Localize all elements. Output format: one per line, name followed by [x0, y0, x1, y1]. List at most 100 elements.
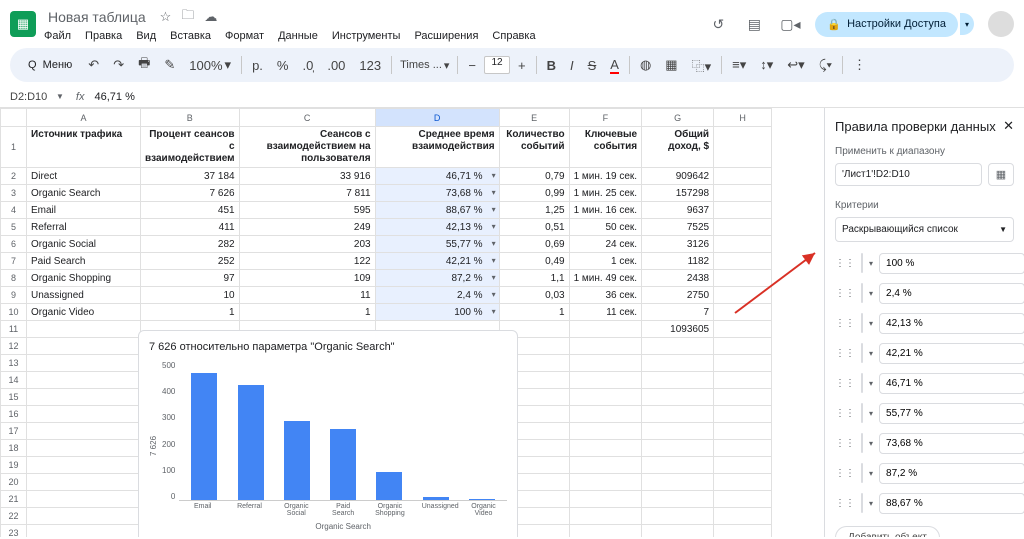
cell[interactable]: 0,99 — [499, 185, 569, 202]
row-header[interactable]: 19 — [1, 457, 27, 474]
zoom-select[interactable]: 100% ▾ — [183, 53, 237, 77]
cell[interactable] — [714, 423, 772, 440]
cell[interactable]: 1 — [499, 304, 569, 321]
cell[interactable] — [714, 168, 772, 185]
criteria-value-input[interactable] — [879, 373, 1024, 394]
cell[interactable] — [569, 474, 642, 491]
row-header[interactable]: 12 — [1, 338, 27, 355]
cell[interactable] — [569, 525, 642, 538]
cell[interactable] — [27, 338, 141, 355]
dropdown-cell[interactable]: 42,21 % — [375, 253, 499, 270]
cell[interactable]: 7 — [642, 304, 714, 321]
color-chip[interactable] — [861, 283, 863, 303]
cell[interactable]: 1182 — [642, 253, 714, 270]
comment-icon[interactable]: ▤ — [743, 13, 765, 35]
menu-инструменты[interactable]: Инструменты — [332, 30, 401, 42]
cell[interactable]: Organic Shopping — [27, 270, 141, 287]
dropdown-cell[interactable]: 73,68 % — [375, 185, 499, 202]
cell[interactable]: 24 сек. — [569, 236, 642, 253]
header-cell[interactable]: Процент сеансов с взаимодействием — [141, 127, 240, 168]
font-select[interactable]: Times ... ▾ — [396, 57, 453, 74]
dropdown-cell[interactable]: 88,67 % — [375, 202, 499, 219]
drag-handle-icon[interactable]: ⋮⋮ — [835, 378, 855, 389]
cell[interactable]: 909642 — [642, 168, 714, 185]
chip-dropdown[interactable]: ▾ — [869, 259, 873, 268]
percent-button[interactable]: % — [271, 54, 295, 77]
color-chip[interactable] — [861, 373, 863, 393]
row-header[interactable]: 5 — [1, 219, 27, 236]
cell[interactable]: 0,51 — [499, 219, 569, 236]
cell[interactable] — [642, 389, 714, 406]
cell[interactable]: 11 — [239, 287, 375, 304]
cell[interactable] — [569, 338, 642, 355]
header-cell[interactable]: Ключевые события — [569, 127, 642, 168]
criteria-value-input[interactable] — [879, 343, 1024, 364]
undo-icon[interactable]: ↶ — [82, 53, 105, 77]
cell[interactable] — [569, 440, 642, 457]
cell[interactable]: 252 — [141, 253, 240, 270]
cell[interactable] — [714, 491, 772, 508]
cell[interactable] — [27, 491, 141, 508]
cell[interactable]: Paid Search — [27, 253, 141, 270]
toolbar-more-icon[interactable]: ⋮ — [847, 53, 872, 77]
col-header[interactable]: A — [27, 109, 141, 127]
cell[interactable]: Organic Video — [27, 304, 141, 321]
cell[interactable]: 11 сек. — [569, 304, 642, 321]
cell[interactable]: 1,25 — [499, 202, 569, 219]
col-header[interactable]: G — [642, 109, 714, 127]
menu-формат[interactable]: Формат — [225, 30, 264, 42]
currency-button[interactable]: р. — [246, 54, 269, 77]
cell[interactable]: 1,1 — [499, 270, 569, 287]
menu-данные[interactable]: Данные — [278, 30, 318, 42]
menu-файл[interactable]: Файл — [44, 30, 71, 42]
dropdown-cell[interactable]: 2,4 % — [375, 287, 499, 304]
print-icon[interactable]: 🖶 — [132, 50, 156, 80]
drag-handle-icon[interactable]: ⋮⋮ — [835, 348, 855, 359]
criteria-value-input[interactable] — [879, 253, 1024, 274]
cell[interactable] — [714, 270, 772, 287]
col-header[interactable]: D — [375, 109, 499, 127]
col-header[interactable]: E — [499, 109, 569, 127]
col-header[interactable]: F — [569, 109, 642, 127]
row-header[interactable]: 21 — [1, 491, 27, 508]
cell[interactable]: 7 811 — [239, 185, 375, 202]
row-header[interactable]: 1 — [1, 127, 27, 168]
row-header[interactable]: 7 — [1, 253, 27, 270]
star-icon[interactable]: ☆ — [160, 9, 172, 25]
cell[interactable] — [714, 355, 772, 372]
cell[interactable] — [27, 389, 141, 406]
row-header[interactable]: 15 — [1, 389, 27, 406]
chip-dropdown[interactable]: ▾ — [869, 499, 873, 508]
row-header[interactable]: 8 — [1, 270, 27, 287]
cell[interactable]: 595 — [239, 202, 375, 219]
more-formats-button[interactable]: 123 — [353, 54, 387, 77]
borders-button[interactable]: ▦ — [659, 53, 683, 77]
chip-dropdown[interactable]: ▾ — [869, 409, 873, 418]
menu-справка[interactable]: Справка — [492, 30, 535, 42]
header-cell[interactable]: Общий доход, $ — [642, 127, 714, 168]
valign-button[interactable]: ↕▾ — [754, 53, 779, 77]
cell[interactable]: 0,79 — [499, 168, 569, 185]
cell[interactable] — [569, 491, 642, 508]
menu-правка[interactable]: Правка — [85, 30, 122, 42]
cell[interactable]: 122 — [239, 253, 375, 270]
row-header[interactable]: 23 — [1, 525, 27, 538]
col-header[interactable]: B — [141, 109, 240, 127]
dropdown-cell[interactable]: 46,71 % — [375, 168, 499, 185]
cell[interactable] — [27, 372, 141, 389]
cell[interactable] — [642, 440, 714, 457]
drag-handle-icon[interactable]: ⋮⋮ — [835, 288, 855, 299]
cell[interactable]: Unassigned — [27, 287, 141, 304]
header-cell[interactable]: Источник трафика — [27, 127, 141, 168]
chip-dropdown[interactable]: ▾ — [869, 469, 873, 478]
dec-size-button[interactable]: − — [462, 54, 482, 77]
cell[interactable]: 249 — [239, 219, 375, 236]
row-header[interactable]: 6 — [1, 236, 27, 253]
chart[interactable]: 7 626 относительно параметра "Organic Se… — [138, 330, 518, 537]
cell[interactable] — [714, 338, 772, 355]
cell[interactable]: 33 916 — [239, 168, 375, 185]
redo-icon[interactable]: ↷ — [107, 53, 130, 77]
dropdown-cell[interactable]: 55,77 % — [375, 236, 499, 253]
cell[interactable] — [714, 236, 772, 253]
range-input[interactable]: 'Лист1'!D2:D10 — [835, 163, 982, 186]
